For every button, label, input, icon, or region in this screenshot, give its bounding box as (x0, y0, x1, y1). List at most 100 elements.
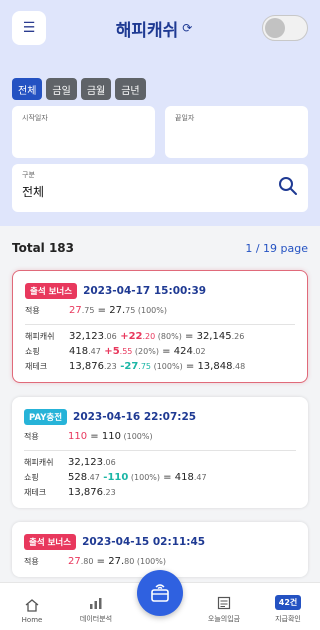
nav-home[interactable]: Home (0, 583, 64, 630)
apply-result-dec: 80 (124, 557, 135, 566)
row-value-dec: .47 (87, 473, 100, 482)
menu-icon: ☰ (22, 20, 36, 36)
nav-payment-check[interactable]: 42건 지급확인 (256, 583, 320, 630)
card-header: PAY충전 2023-04-16 22:07:25 (24, 409, 296, 425)
apply-label: 적용 (25, 306, 40, 315)
row-result-dec: .02 (192, 347, 206, 356)
refresh-icon[interactable]: ⟳ (182, 21, 192, 35)
balance-row: 쇼핑 418.47 +5.55 (20%) = 424.02 (25, 346, 295, 357)
row-value-dec: .23 (104, 362, 117, 371)
nav-today-label: 오늘의입금 (207, 615, 241, 623)
row-delta: +22 (116, 331, 143, 342)
row-result: 418 (174, 472, 194, 483)
date-range: 시작일자 끝일자 (12, 106, 308, 158)
balance-row: 해피캐쉬 32,123.06 (24, 457, 296, 468)
apply-line: 적용 110 = 110 (100%) (24, 431, 296, 442)
card-datetime: 2023-04-17 15:00:39 (83, 285, 207, 297)
chip-all[interactable]: 전체 (12, 78, 43, 100)
filter-panel: ☰ 해피캐쉬 ⟳ 전체 금일 금월 금년 시작일자 끝일자 구분 전체 (0, 0, 320, 226)
apply-eq: = (93, 556, 109, 567)
row-delta-dec: .55 (119, 347, 133, 356)
apply-result: 110 (101, 431, 121, 442)
row-label: 쇼핑 (24, 473, 39, 482)
row-pct: (100%) (128, 473, 160, 482)
balance-row: 쇼핑 528.47 -110 (100%) = 418.47 (24, 472, 296, 483)
title-group: 해피캐쉬 ⟳ (116, 16, 193, 41)
type-badge: 출석 보너스 (25, 283, 78, 299)
row-result-dec: .47 (193, 473, 207, 482)
apply-pct: (100%) (134, 557, 166, 566)
apply-result: 27. (109, 305, 126, 316)
apply-line: 적용 27.80 = 27. 80 (100%) (24, 556, 296, 567)
apply-amount: 27 (69, 305, 82, 316)
apply-amount: 27 (68, 556, 81, 567)
card-datetime: 2023-04-16 22:07:25 (73, 411, 197, 423)
menu-button[interactable]: ☰ (12, 11, 46, 45)
row-value: 13,876 (69, 361, 104, 372)
row-eq: = (160, 472, 175, 483)
transaction-card[interactable]: PAY충전 2023-04-16 22:07:25 적용 110 = 110 (… (12, 397, 308, 508)
category-value: 전체 (22, 185, 45, 199)
balance-row: 재테크 13,876.23 -27.75 (100%) = 13,848.48 (25, 361, 295, 372)
row-value: 13,876 (68, 487, 103, 498)
apply-amount-dec: .80 (80, 557, 94, 566)
card-header: 출석 보너스 2023-04-15 02:11:45 (24, 534, 296, 550)
card-divider (25, 324, 295, 327)
row-pct: (100%) (151, 362, 183, 371)
row-label: 재테크 (25, 362, 48, 371)
apply-result-dec: 75 (125, 306, 136, 315)
home-icon (25, 599, 39, 612)
card-datetime: 2023-04-15 02:11:45 (82, 536, 206, 548)
row-value: 32,123 (69, 331, 104, 342)
nav-analysis[interactable]: 데이터분석 (64, 583, 128, 630)
apply-amount: 110 (68, 431, 88, 442)
end-date-field[interactable]: 끝일자 (165, 106, 308, 158)
row-delta: -27 (116, 361, 139, 372)
row-label: 해피캐쉬 (24, 458, 54, 467)
bar-chart-icon (90, 598, 102, 609)
card-scan-fab[interactable] (137, 570, 183, 616)
row-result: 424 (173, 346, 193, 357)
mode-toggle[interactable] (262, 15, 308, 41)
row-value-dec: .06 (103, 458, 116, 467)
row-delta-dec: .75 (138, 362, 152, 371)
apply-eq: = (94, 305, 110, 316)
wireless-card-icon (151, 584, 169, 602)
apply-pct: (100%) (135, 306, 167, 315)
calendar-icon (217, 596, 231, 610)
apply-result: 27. (108, 556, 125, 567)
apply-pct: (100%) (120, 432, 153, 441)
row-value: 32,123 (68, 457, 103, 468)
summary-row: Total 183 1 / 19 page (0, 238, 320, 258)
row-eq: = (158, 346, 174, 357)
type-badge: 출석 보너스 (24, 534, 77, 550)
card-divider (24, 450, 296, 453)
chip-month[interactable]: 금월 (80, 78, 112, 100)
page-indicator: 1 / 19 page (245, 241, 308, 255)
apply-label: 적용 (24, 557, 39, 566)
category-select[interactable]: 구분 전체 (12, 164, 308, 212)
apply-eq: = (87, 431, 102, 442)
row-result-dec: .26 (231, 332, 245, 341)
app-title: 해피캐쉬 (115, 20, 179, 41)
row-pct: (20%) (132, 347, 159, 356)
chip-year[interactable]: 금년 (115, 78, 146, 100)
total-count: Total 183 (12, 241, 75, 255)
card-header: 출석 보너스 2023-04-17 15:00:39 (25, 283, 295, 299)
row-eq: = (181, 331, 197, 342)
row-result-dec: .48 (232, 362, 246, 371)
toggle-knob (265, 18, 285, 38)
end-date-label: 끝일자 (175, 114, 195, 122)
transaction-card[interactable]: 출석 보너스 2023-04-15 02:11:45 적용 27.80 = 27… (12, 522, 308, 577)
chip-today[interactable]: 금일 (46, 78, 77, 100)
row-value-dec: .47 (88, 347, 101, 356)
type-badge: PAY충전 (24, 409, 68, 425)
start-date-field[interactable]: 시작일자 (12, 106, 155, 158)
nav-today-deposit[interactable]: 오늘의입금 (192, 583, 256, 630)
start-date-label: 시작일자 (22, 114, 48, 122)
apply-amount-dec: .75 (81, 306, 95, 315)
search-icon[interactable] (278, 176, 298, 196)
row-value: 528 (68, 472, 88, 483)
transaction-card[interactable]: 출석 보너스 2023-04-17 15:00:39 적용 27.75 = 27… (12, 270, 308, 383)
row-eq: = (182, 361, 198, 372)
